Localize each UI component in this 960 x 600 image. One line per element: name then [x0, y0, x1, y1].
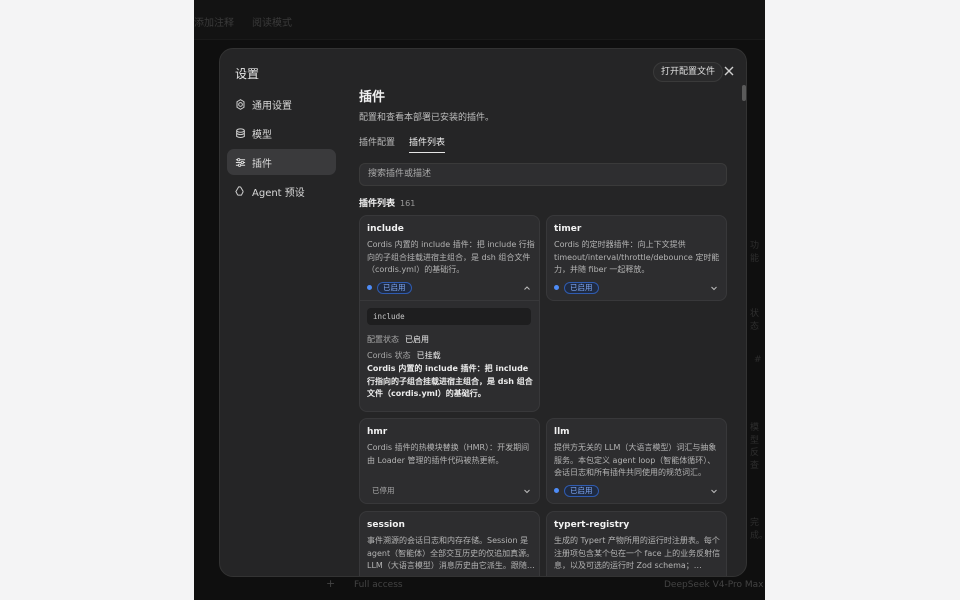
scrollbar-thumb[interactable]: [742, 85, 746, 101]
cordis-status-value: 已挂载: [416, 351, 441, 360]
tab-plugin-config[interactable]: 插件配置: [359, 135, 395, 153]
page-title: 插件: [359, 90, 386, 105]
plugin-description: Cordis 的定时器插件：向上下文提供 timeout/interval/th…: [554, 240, 720, 274]
plugin-code-box: include: [367, 308, 531, 325]
chevron-down-icon[interactable]: [523, 487, 531, 495]
status-badge: 已启用: [377, 282, 412, 294]
plugin-card-session[interactable]: session 事件溯源的会话日志和内存存储。Session 是 agent（智…: [359, 511, 540, 576]
status-dot: [367, 285, 372, 290]
nav-item-plugins[interactable]: 插件: [227, 149, 336, 175]
sliders-icon: [235, 157, 246, 167]
plugin-name: session: [367, 520, 405, 530]
status-badge: 已停用: [372, 486, 395, 495]
nav-item-label: Agent 预设: [252, 187, 305, 199]
chevron-up-icon[interactable]: [523, 284, 531, 292]
tab-bar: 插件配置 插件列表: [359, 135, 727, 153]
plugin-description: 提供方无关的 LLM（大语言模型）词汇与抽象服务。本包定义 agent loop…: [554, 443, 717, 477]
plugin-name: include: [367, 224, 404, 234]
plugin-detail-description: Cordis 内置的 include 插件：把 include 行指向的子组合挂…: [367, 364, 533, 398]
nav-item-label: 插件: [252, 158, 272, 170]
page-description: 配置和查看本部署已安装的插件。: [359, 113, 495, 123]
plugin-description: 事件溯源的会话日志和内存存储。Session 是 agent（智能体）全部交互历…: [367, 536, 535, 570]
plugin-description: 生成的 Typert 产物所用的运行时注册表。每个注册项包含某个包在一个 fac…: [554, 536, 721, 570]
nav-item-label: 模型: [252, 129, 272, 141]
plugin-count: 161: [400, 199, 416, 208]
status-badge: 已启用: [564, 282, 599, 294]
plugin-card-typert-registry[interactable]: typert-registry 生成的 Typert 产物所用的运行时注册表。每…: [546, 511, 727, 576]
search-input[interactable]: 搜索插件或描述: [359, 163, 727, 186]
plugins-panel: 插件 配置和查看本部署已安装的插件。 插件配置 插件列表 搜索插件或描述 插件列…: [359, 49, 739, 576]
nav-item-models[interactable]: 模型: [227, 120, 336, 146]
plugin-list-title: 插件列表: [359, 199, 396, 209]
plugin-name: llm: [554, 427, 570, 437]
cordis-status-label: Cordis 状态: [367, 351, 411, 360]
cordis-status-row: Cordis 状态 已挂载: [367, 350, 441, 361]
status-dot: [554, 285, 559, 290]
settings-dialog: 设置 打开配置文件 通用设置 模型 插件 Agent 预设 插件 配置和查看本部…: [219, 48, 747, 577]
nav-item-general[interactable]: 通用设置: [227, 91, 336, 117]
plugin-card-llm[interactable]: llm 提供方无关的 LLM（大语言模型）词汇与抽象服务。本包定义 agent …: [546, 418, 727, 504]
settings-nav: 通用设置 模型 插件 Agent 预设: [227, 91, 336, 207]
plugin-name: typert-registry: [554, 520, 630, 530]
plugin-card-hmr[interactable]: hmr Cordis 插件的热模块替换（HMR）：开发期间由 Loader 管理…: [359, 418, 540, 504]
database-icon: [236, 127, 245, 138]
gear-icon: [236, 98, 245, 110]
status-badge: 已启用: [564, 485, 599, 497]
nav-item-label: 通用设置: [252, 100, 292, 112]
config-status-row: 配置状态 已启用: [367, 334, 429, 345]
nav-item-agent-presets[interactable]: Agent 预设: [227, 178, 336, 204]
plugin-name: hmr: [367, 427, 388, 437]
card-divider: [360, 300, 539, 301]
plugin-card-include[interactable]: include Cordis 内置的 include 插件：把 include …: [359, 215, 540, 412]
plugin-card-timer[interactable]: timer Cordis 的定时器插件：向上下文提供 timeout/inter…: [546, 215, 727, 301]
plugin-description: Cordis 插件的热模块替换（HMR）：开发期间由 Loader 管理的插件代…: [367, 443, 530, 465]
plugin-description: Cordis 内置的 include 插件：把 include 行指向的子组合挂…: [367, 240, 535, 274]
tab-plugin-list[interactable]: 插件列表: [409, 135, 446, 153]
status-dot: [554, 488, 559, 493]
plugin-list-header: 插件列表 161: [359, 196, 415, 209]
plugin-name: timer: [554, 224, 582, 234]
config-status-value: 已启用: [405, 335, 429, 344]
chevron-down-icon[interactable]: [710, 284, 718, 292]
config-status-label: 配置状态: [367, 335, 399, 344]
recycle-icon: [235, 185, 244, 196]
chevron-down-icon[interactable]: [710, 487, 718, 495]
dialog-title: 设置: [235, 67, 260, 81]
